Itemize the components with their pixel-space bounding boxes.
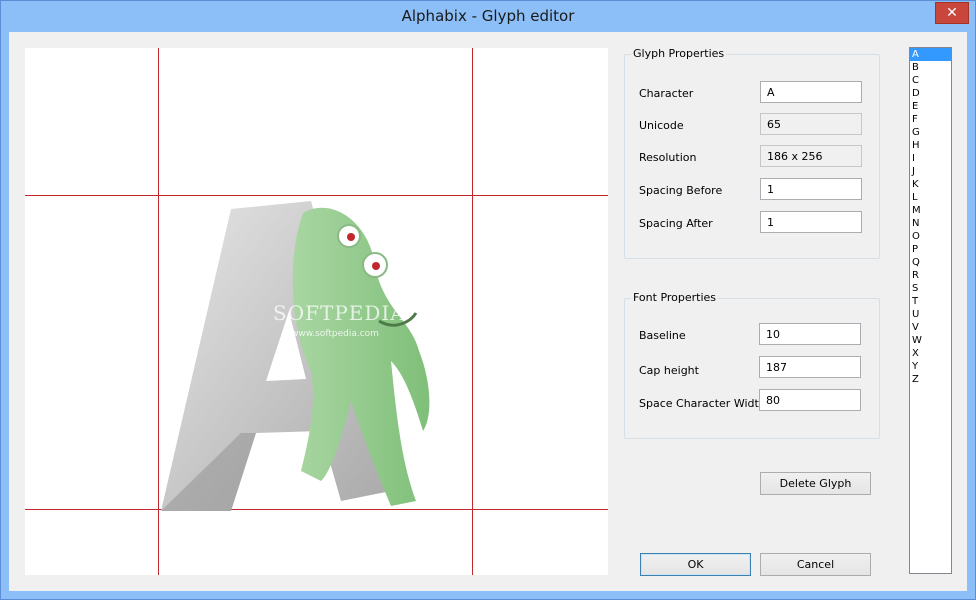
glyph-list-item[interactable]: O bbox=[910, 230, 951, 243]
glyph-list-item[interactable]: Z bbox=[910, 373, 951, 386]
cap-height-field[interactable] bbox=[759, 356, 861, 378]
glyph-list-item[interactable]: N bbox=[910, 217, 951, 230]
glyph-list-item[interactable]: I bbox=[910, 152, 951, 165]
glyph-list-item[interactable]: D bbox=[910, 87, 951, 100]
glyph-list-item[interactable]: V bbox=[910, 321, 951, 334]
glyph-list-item[interactable]: X bbox=[910, 347, 951, 360]
resolution-field bbox=[760, 145, 862, 167]
glyph-list-item[interactable]: U bbox=[910, 308, 951, 321]
window-title: Alphabix - Glyph editor bbox=[401, 7, 575, 25]
spacing-after-field[interactable] bbox=[760, 211, 862, 233]
glyph-editor-window: Alphabix - Glyph editor ✕ SOFTPEDIA www.… bbox=[0, 0, 976, 600]
space-width-field[interactable] bbox=[759, 389, 861, 411]
title-bar[interactable]: Alphabix - Glyph editor ✕ bbox=[1, 1, 975, 32]
glyph-list-item[interactable]: Y bbox=[910, 360, 951, 373]
watermark-text: SOFTPEDIA bbox=[273, 301, 406, 325]
glyph-list-item[interactable]: W bbox=[910, 334, 951, 347]
glyph-properties-group: Glyph Properties Character Unicode Resol… bbox=[624, 47, 880, 259]
spacing-before-label: Spacing Before bbox=[639, 184, 723, 197]
glyph-list-item[interactable]: M bbox=[910, 204, 951, 217]
delete-glyph-button[interactable]: Delete Glyph bbox=[760, 472, 871, 495]
glyph-list-item[interactable]: H bbox=[910, 139, 951, 152]
spacing-after-label: Spacing After bbox=[639, 217, 713, 230]
glyph-canvas[interactable]: SOFTPEDIA www.softpedia.com bbox=[25, 48, 608, 575]
glyph-list-item[interactable]: R bbox=[910, 269, 951, 282]
close-icon: ✕ bbox=[946, 5, 958, 21]
close-button[interactable]: ✕ bbox=[935, 2, 969, 24]
dialog-body: SOFTPEDIA www.softpedia.com Glyph Proper… bbox=[9, 32, 967, 591]
glyph-properties-legend: Glyph Properties bbox=[631, 47, 727, 60]
unicode-field bbox=[760, 113, 862, 135]
spacing-before-field[interactable] bbox=[760, 178, 862, 200]
glyph-list-item[interactable]: G bbox=[910, 126, 951, 139]
glyph-list-item[interactable]: F bbox=[910, 113, 951, 126]
cancel-button[interactable]: Cancel bbox=[760, 553, 871, 576]
glyph-list-item[interactable]: B bbox=[910, 61, 951, 74]
character-field[interactable] bbox=[760, 81, 862, 103]
glyph-list-item[interactable]: J bbox=[910, 165, 951, 178]
baseline-field[interactable] bbox=[759, 323, 861, 345]
space-width-label: Space Character Width bbox=[639, 397, 766, 410]
guide-line-left[interactable] bbox=[158, 48, 159, 575]
glyph-list-item[interactable]: C bbox=[910, 74, 951, 87]
glyph-list[interactable]: ABCDEFGHIJKLMNOPQRSTUVWXYZ bbox=[909, 47, 952, 574]
glyph-list-item[interactable]: T bbox=[910, 295, 951, 308]
glyph-image bbox=[161, 201, 430, 511]
watermark-url: www.softpedia.com bbox=[291, 329, 379, 339]
glyph-list-item[interactable]: S bbox=[910, 282, 951, 295]
resolution-label: Resolution bbox=[639, 151, 697, 164]
font-properties-group: Font Properties Baseline Cap height Spac… bbox=[624, 291, 880, 439]
glyph-list-item[interactable]: P bbox=[910, 243, 951, 256]
glyph-list-item[interactable]: L bbox=[910, 191, 951, 204]
unicode-label: Unicode bbox=[639, 119, 684, 132]
ok-button[interactable]: OK bbox=[640, 553, 751, 576]
cap-height-label: Cap height bbox=[639, 364, 699, 377]
baseline-label: Baseline bbox=[639, 329, 686, 342]
glyph-list-item[interactable]: E bbox=[910, 100, 951, 113]
glyph-list-item[interactable]: Q bbox=[910, 256, 951, 269]
glyph-list-item[interactable]: A bbox=[910, 48, 951, 61]
character-label: Character bbox=[639, 87, 694, 100]
glyph-list-item[interactable]: K bbox=[910, 178, 951, 191]
font-properties-legend: Font Properties bbox=[631, 291, 719, 304]
guide-line-cap[interactable] bbox=[25, 195, 608, 196]
